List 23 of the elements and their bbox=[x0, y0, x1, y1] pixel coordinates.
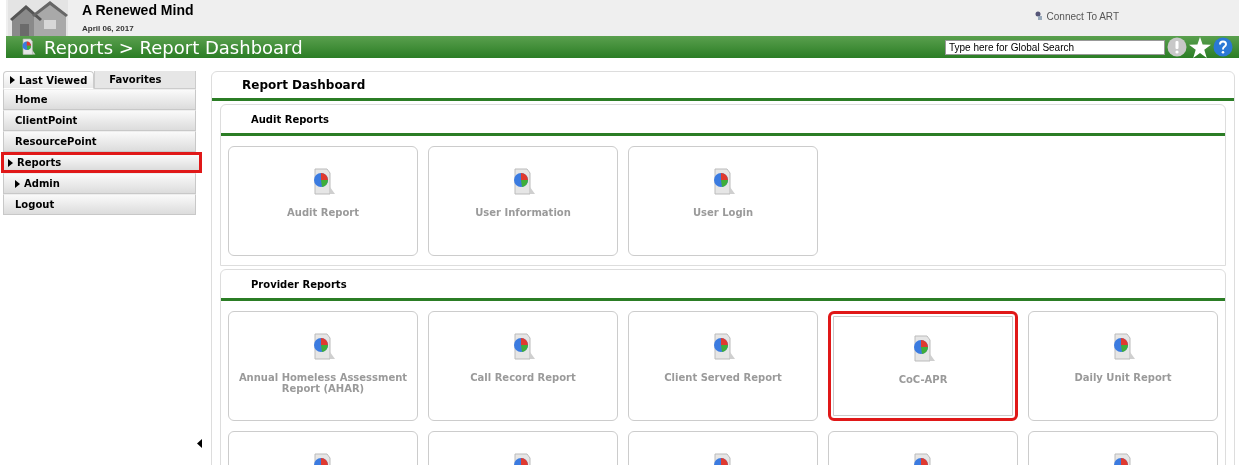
sidebar-item[interactable]: Logout bbox=[3, 194, 196, 215]
sidebar-item[interactable]: Admin bbox=[3, 173, 196, 194]
connect-icon bbox=[1034, 11, 1043, 20]
sidebar-item[interactable]: Home bbox=[3, 89, 196, 110]
star-icon[interactable] bbox=[1189, 36, 1211, 58]
sidebar-tab[interactable]: Last Viewed bbox=[3, 71, 95, 89]
section-title: Audit Reports bbox=[251, 113, 329, 125]
date-label: April 06, 2017 bbox=[82, 24, 135, 33]
search-field[interactable]: Type here for Global Search bbox=[945, 39, 1165, 55]
connect-link[interactable]: Connect To ART bbox=[1034, 11, 1119, 23]
report-chart-icon bbox=[20, 37, 36, 57]
dashboard-title: Report Dashboard bbox=[242, 78, 366, 92]
alert-icon[interactable] bbox=[1167, 37, 1187, 57]
sidebar-item[interactable]: ResourcePoint bbox=[3, 131, 196, 152]
breadcrumb-title: Reports > Report Dashboard bbox=[44, 36, 303, 58]
collapse-arrow-icon[interactable] bbox=[197, 439, 202, 448]
sidebar-item[interactable]: Reports bbox=[1, 152, 202, 173]
help-icon[interactable] bbox=[1213, 37, 1233, 57]
caret-icon bbox=[10, 76, 15, 84]
sidebar-tab[interactable]: Favorites bbox=[94, 71, 196, 89]
sidebar-item[interactable]: ClientPoint bbox=[3, 110, 196, 131]
section-title: Provider Reports bbox=[251, 278, 347, 290]
organization-name: A Renewed Mind bbox=[82, 4, 194, 16]
